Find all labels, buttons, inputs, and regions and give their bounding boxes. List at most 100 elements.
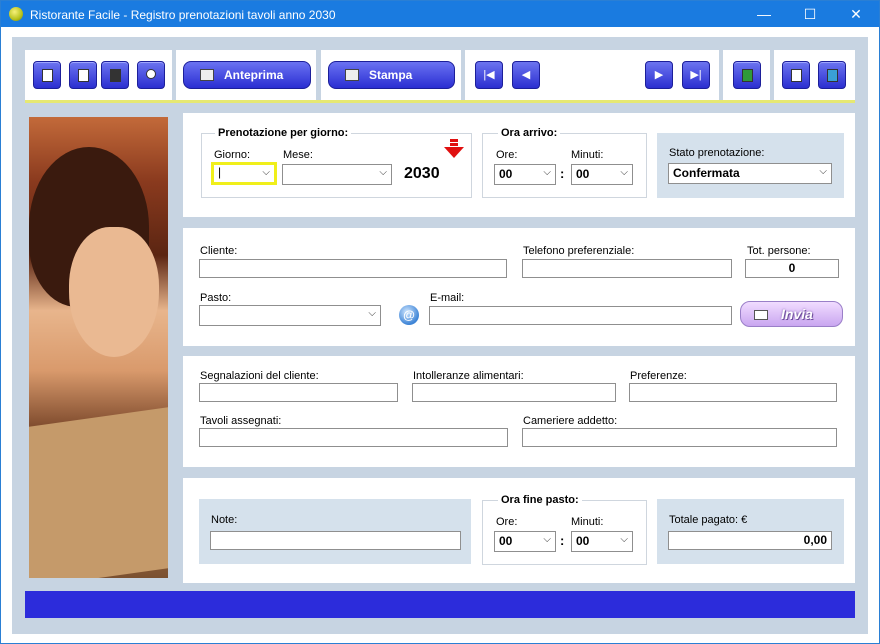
ora-arrivo-ore-select[interactable]: 00 ⌵: [494, 164, 556, 185]
title-bar: Ristorante Facile - Registro prenotazion…: [1, 1, 879, 27]
ora-arrivo-ore-label: Ore:: [496, 149, 518, 161]
pasto-select[interactable]: ⌵: [199, 305, 381, 326]
note-label: Note:: [211, 514, 238, 526]
ora-fine-ore-select[interactable]: 00 ⌵: [494, 531, 556, 552]
ora-arrivo-ore-value: 00: [499, 167, 513, 181]
help-icon: [791, 69, 802, 82]
search-button[interactable]: [137, 61, 165, 89]
email-label: E-mail:: [430, 292, 465, 304]
invia-label: Invia: [781, 306, 813, 322]
email-at-icon[interactable]: @: [399, 305, 419, 325]
cliente-label: Cliente:: [200, 245, 238, 257]
segnalazioni-field[interactable]: [199, 383, 398, 402]
stato-label: Stato prenotazione:: [669, 147, 765, 159]
tavoli-field[interactable]: [199, 428, 508, 447]
ora-fine-minuti-value: 00: [576, 534, 590, 548]
giorno-value: |: [218, 165, 222, 179]
photo-book: [29, 407, 168, 578]
chevron-down-icon: ⌵: [543, 534, 551, 545]
stato-value: Confermata: [673, 166, 740, 180]
chevron-down-icon: ⌵: [620, 534, 628, 545]
down-arrow-icon[interactable]: [444, 139, 464, 159]
stampa-label: Stampa: [369, 68, 413, 82]
new-icon: [42, 69, 53, 82]
year-display: 2030: [404, 165, 440, 182]
totale-field[interactable]: 0,00: [668, 531, 832, 550]
email-field[interactable]: [429, 306, 732, 325]
save-button[interactable]: [101, 61, 129, 89]
prenotazione-group-label: Prenotazione per giorno:: [215, 127, 352, 139]
preferenze-label: Preferenze:: [630, 370, 687, 382]
excel-icon: [742, 69, 753, 82]
ora-fine-ore-label: Ore:: [496, 516, 518, 528]
cameriere-field[interactable]: [522, 428, 837, 447]
anteprima-button[interactable]: Anteprima: [183, 61, 311, 89]
save-icon: [110, 69, 121, 82]
woman-photo: [29, 117, 168, 578]
chevron-down-icon: ⌵: [819, 166, 827, 177]
stampa-button[interactable]: Stampa: [328, 61, 455, 89]
pasto-label: Pasto:: [200, 292, 232, 304]
anteprima-label: Anteprima: [224, 68, 284, 82]
chevron-down-icon: ⌵: [368, 308, 376, 319]
print-icon: [345, 69, 359, 81]
stato-select[interactable]: Confermata ⌵: [668, 163, 832, 184]
tavoli-label: Tavoli assegnati:: [200, 415, 282, 427]
ora-arrivo-minuti-label: Minuti:: [571, 149, 604, 161]
close-button[interactable]: ✕: [833, 1, 879, 27]
app-icon: [9, 7, 23, 21]
chevron-down-icon: ⌵: [262, 167, 270, 178]
new-button[interactable]: [33, 61, 61, 89]
mese-select[interactable]: ⌵: [282, 164, 392, 185]
note-field[interactable]: [210, 531, 461, 550]
ora-arrivo-group-label: Ora arrivo:: [498, 127, 561, 139]
first-record-button[interactable]: |◀: [475, 61, 503, 89]
maximize-button[interactable]: ☐: [787, 1, 833, 27]
exit-button[interactable]: [818, 61, 846, 89]
telefono-label: Telefono preferenziale:: [523, 245, 635, 257]
ora-fine-minuti-label: Minuti:: [571, 516, 604, 528]
search-icon: [146, 69, 156, 79]
last-record-button[interactable]: ▶|: [682, 61, 710, 89]
ora-fine-minuti-select[interactable]: 00 ⌵: [571, 531, 633, 552]
ora-fine-ore-value: 00: [499, 534, 513, 548]
photo-face: [69, 227, 159, 357]
prev-record-button[interactable]: ◀: [512, 61, 540, 89]
invia-button[interactable]: Invia: [740, 301, 843, 327]
help-button[interactable]: [782, 61, 810, 89]
envelope-icon: [754, 310, 768, 320]
chevron-down-icon: ⌵: [379, 167, 387, 178]
cameriere-label: Cameriere addetto:: [523, 415, 618, 427]
status-bar: [25, 591, 855, 618]
toolbar-nav-panel: [465, 50, 719, 100]
giorno-label: Giorno:: [214, 149, 251, 161]
minimize-button[interactable]: —: [741, 1, 787, 27]
mese-label: Mese:: [283, 149, 313, 161]
ora-arrivo-minuti-value: 00: [576, 167, 590, 181]
excel-button[interactable]: [733, 61, 761, 89]
copy-icon: [78, 69, 89, 82]
intolleranze-label: Intolleranze alimentari:: [413, 370, 524, 382]
cliente-field[interactable]: [199, 259, 507, 278]
app-window: Ristorante Facile - Registro prenotazion…: [0, 0, 880, 644]
window-title: Ristorante Facile - Registro prenotazion…: [30, 8, 336, 22]
persone-field[interactable]: 0: [745, 259, 839, 278]
toolbar-underline: [25, 100, 855, 103]
persone-label: Tot. persone:: [747, 245, 811, 257]
chevron-down-icon: ⌵: [543, 167, 551, 178]
ora-arrivo-minuti-select[interactable]: 00 ⌵: [571, 164, 633, 185]
preview-icon: [200, 69, 214, 81]
giorno-select[interactable]: | ⌵: [211, 162, 277, 185]
segnalazioni-label: Segnalazioni del cliente:: [200, 370, 319, 382]
telefono-field[interactable]: [522, 259, 732, 278]
next-record-button[interactable]: ▶: [645, 61, 673, 89]
intolleranze-field[interactable]: [412, 383, 616, 402]
totale-label: Totale pagato: €: [669, 514, 748, 526]
exit-icon: [827, 69, 838, 82]
ora-fine-separator: :: [560, 533, 565, 548]
ora-arrivo-separator: :: [560, 166, 565, 181]
ora-fine-group-label: Ora fine pasto:: [498, 494, 582, 506]
client-area: Anteprima Stampa |◀ ◀ ▶ ▶| Prenotazione …: [12, 37, 868, 634]
copy-button[interactable]: [69, 61, 97, 89]
preferenze-field[interactable]: [629, 383, 837, 402]
